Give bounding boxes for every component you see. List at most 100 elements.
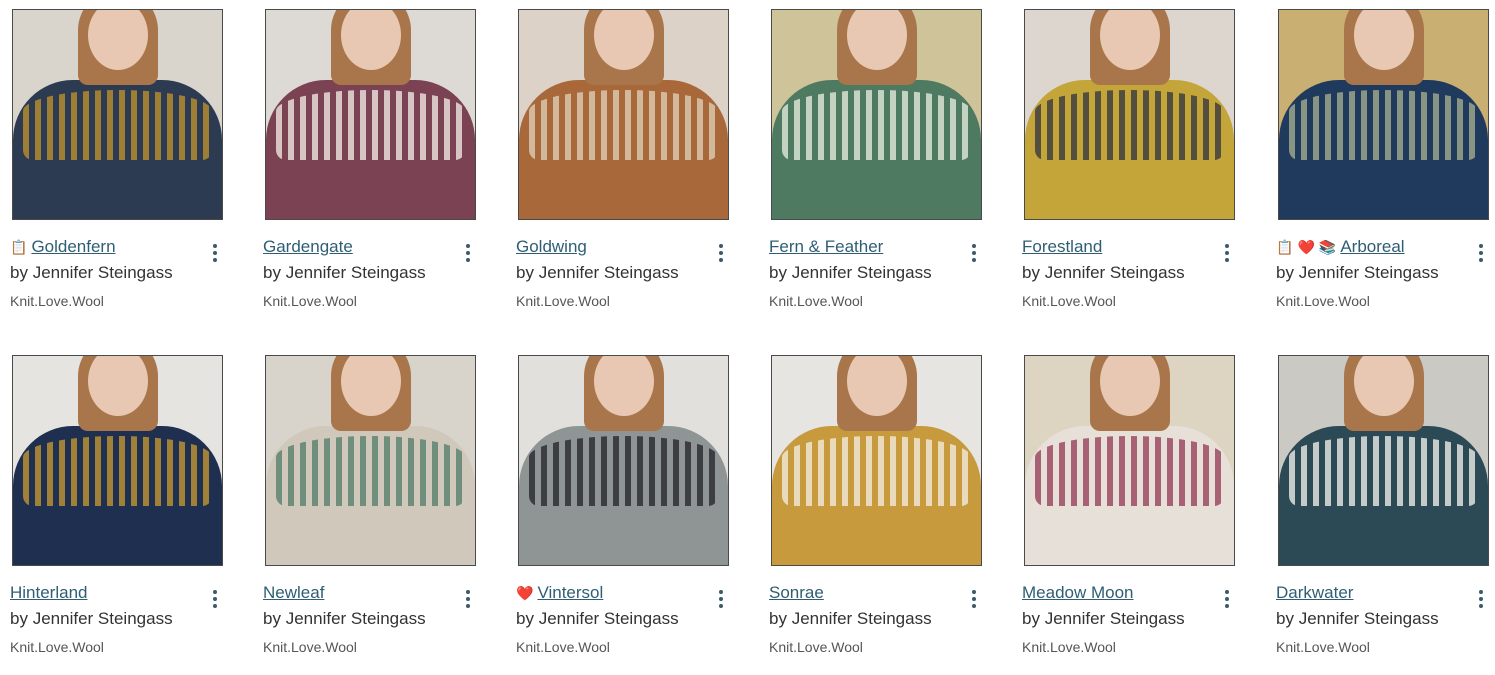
pattern-card: Sonrae by Jennifer Steingass Knit.Love.Woo… xyxy=(769,355,1009,675)
more-options-icon[interactable] xyxy=(966,587,982,611)
designer-link[interactable]: Jennifer Steingass xyxy=(33,609,173,628)
more-options-icon[interactable] xyxy=(207,241,223,265)
pattern-title-row: Goldwing xyxy=(516,235,587,259)
more-options-icon[interactable] xyxy=(1473,241,1489,265)
pattern-source[interactable]: Knit.Love.Wool xyxy=(10,639,104,655)
pattern-source[interactable]: Knit.Love.Wool xyxy=(10,293,104,309)
pattern-card: Fern & Feather by Jennifer Steingass Knit.… xyxy=(769,9,1009,329)
pattern-source[interactable]: Knit.Love.Wool xyxy=(769,639,863,655)
pattern-title-link[interactable]: Vintersol xyxy=(537,583,603,603)
designer-link[interactable]: Jennifer Steingass xyxy=(1299,609,1439,628)
pattern-title-link[interactable]: Fern & Feather xyxy=(769,237,883,257)
pattern-title-row: Gardengate xyxy=(263,235,353,259)
pattern-title-row: Meadow Moon xyxy=(1022,581,1134,605)
designer-link[interactable]: Jennifer Steingass xyxy=(539,609,679,628)
more-options-icon[interactable] xyxy=(1473,587,1489,611)
pattern-source[interactable]: Knit.Love.Wool xyxy=(1022,293,1116,309)
by-label: by xyxy=(263,263,281,282)
pattern-card: Meadow Moon by Jennifer Steingass Knit.Lov… xyxy=(1022,355,1262,675)
pattern-byline: by Jennifer Steingass xyxy=(1022,263,1185,283)
designer-link[interactable]: Jennifer Steingass xyxy=(286,609,426,628)
pattern-source[interactable]: Knit.Love.Wool xyxy=(1276,639,1370,655)
pattern-byline: by Jennifer Steingass xyxy=(263,609,426,629)
by-label: by xyxy=(1276,263,1294,282)
pattern-card: Darkwater by Jennifer Steingass Knit.Love.… xyxy=(1276,355,1495,675)
by-label: by xyxy=(769,609,787,628)
pattern-byline: by Jennifer Steingass xyxy=(263,263,426,283)
list-icon: 📋 xyxy=(10,239,28,255)
more-options-icon[interactable] xyxy=(207,587,223,611)
pattern-byline: by Jennifer Steingass xyxy=(516,609,679,629)
pattern-title-row: 📋 Goldenfern xyxy=(10,235,116,259)
pattern-byline: by Jennifer Steingass xyxy=(769,263,932,283)
designer-link[interactable]: Jennifer Steingass xyxy=(792,263,932,282)
pattern-title-link[interactable]: Gardengate xyxy=(263,237,353,257)
designer-link[interactable]: Jennifer Steingass xyxy=(1045,609,1185,628)
pattern-title-link[interactable]: Goldenfern xyxy=(31,237,115,257)
designer-link[interactable]: Jennifer Steingass xyxy=(539,263,679,282)
pattern-byline: by Jennifer Steingass xyxy=(769,609,932,629)
pattern-title-row: 📋 ❤️ 📚 Arboreal xyxy=(1276,235,1405,259)
designer-link[interactable]: Jennifer Steingass xyxy=(1045,263,1185,282)
by-label: by xyxy=(1276,609,1294,628)
pattern-photo[interactable] xyxy=(1024,9,1235,220)
pattern-card: Goldwing by Jennifer Steingass Knit.Love.W… xyxy=(516,9,756,329)
pattern-photo[interactable] xyxy=(1024,355,1235,566)
pattern-photo[interactable] xyxy=(12,355,223,566)
pattern-source[interactable]: Knit.Love.Wool xyxy=(263,639,357,655)
pattern-photo[interactable] xyxy=(518,355,729,566)
by-label: by xyxy=(1022,609,1040,628)
more-options-icon[interactable] xyxy=(966,241,982,265)
pattern-source[interactable]: Knit.Love.Wool xyxy=(516,293,610,309)
more-options-icon[interactable] xyxy=(1219,587,1235,611)
more-options-icon[interactable] xyxy=(460,241,476,265)
pattern-source[interactable]: Knit.Love.Wool xyxy=(1022,639,1116,655)
pattern-byline: by Jennifer Steingass xyxy=(10,263,173,283)
by-label: by xyxy=(10,609,28,628)
designer-link[interactable]: Jennifer Steingass xyxy=(1299,263,1439,282)
pattern-title-row: Hinterland xyxy=(10,581,88,605)
pattern-title-row: Forestland xyxy=(1022,235,1102,259)
pattern-photo[interactable] xyxy=(12,9,223,220)
more-options-icon[interactable] xyxy=(713,587,729,611)
pattern-byline: by Jennifer Steingass xyxy=(10,609,173,629)
pattern-title-link[interactable]: Sonrae xyxy=(769,583,824,603)
pattern-source[interactable]: Knit.Love.Wool xyxy=(769,293,863,309)
pattern-photo[interactable] xyxy=(265,355,476,566)
pattern-title-link[interactable]: Forestland xyxy=(1022,237,1102,257)
more-options-icon[interactable] xyxy=(1219,241,1235,265)
pattern-photo[interactable] xyxy=(771,355,982,566)
designer-link[interactable]: Jennifer Steingass xyxy=(286,263,426,282)
pattern-byline: by Jennifer Steingass xyxy=(516,263,679,283)
heart-icon: ❤️ xyxy=(516,585,534,601)
more-options-icon[interactable] xyxy=(460,587,476,611)
pattern-photo[interactable] xyxy=(265,9,476,220)
pattern-title-link[interactable]: Meadow Moon xyxy=(1022,583,1134,603)
pattern-byline: by Jennifer Steingass xyxy=(1022,609,1185,629)
pattern-photo[interactable] xyxy=(518,9,729,220)
pattern-title-row: ❤️ Vintersol xyxy=(516,581,603,605)
by-label: by xyxy=(10,263,28,282)
pattern-source[interactable]: Knit.Love.Wool xyxy=(263,293,357,309)
pattern-card: 📋 ❤️ 📚 Arboreal by Jennifer Steingass Knit.Lo… xyxy=(1276,9,1495,329)
designer-link[interactable]: Jennifer Steingass xyxy=(792,609,932,628)
pattern-title-link[interactable]: Newleaf xyxy=(263,583,324,603)
pattern-card: ❤️ Vintersol by Jennifer Steingass Knit.Lov… xyxy=(516,355,756,675)
pattern-source[interactable]: Knit.Love.Wool xyxy=(516,639,610,655)
pattern-photo[interactable] xyxy=(771,9,982,220)
pattern-card: Forestland by Jennifer Steingass Knit.Love… xyxy=(1022,9,1262,329)
pattern-title-link[interactable]: Arboreal xyxy=(1340,237,1404,257)
pattern-title-link[interactable]: Darkwater xyxy=(1276,583,1353,603)
pattern-title-row: Fern & Feather xyxy=(769,235,883,259)
pattern-title-row: Sonrae xyxy=(769,581,824,605)
more-options-icon[interactable] xyxy=(713,241,729,265)
pattern-card: 📋 Goldenfern by Jennifer Steingass Knit.Lov… xyxy=(10,9,250,329)
pattern-title-link[interactable]: Goldwing xyxy=(516,237,587,257)
pattern-photo[interactable] xyxy=(1278,9,1489,220)
pattern-source[interactable]: Knit.Love.Wool xyxy=(1276,293,1370,309)
pattern-photo[interactable] xyxy=(1278,355,1489,566)
pattern-title-link[interactable]: Hinterland xyxy=(10,583,88,603)
designer-link[interactable]: Jennifer Steingass xyxy=(33,263,173,282)
by-label: by xyxy=(516,609,534,628)
pattern-title-row: Newleaf xyxy=(263,581,324,605)
